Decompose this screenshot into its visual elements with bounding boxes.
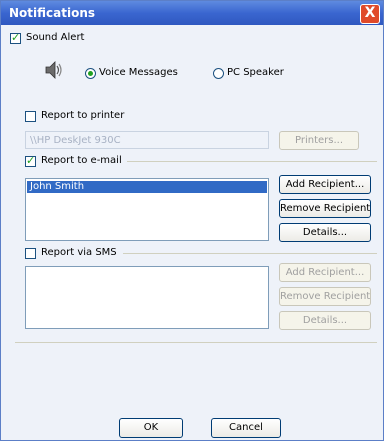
sms-remove-recipient-button[interactable]: Remove Recipient (279, 287, 371, 306)
report-to-printer-label: Report to printer (41, 110, 125, 121)
remove-recipient-button[interactable]: Remove Recipient (279, 199, 371, 218)
cancel-button[interactable]: Cancel (211, 418, 281, 438)
printer-name-value: \\HP DeskJet 930C (30, 135, 121, 146)
sound-alert-checkbox[interactable] (10, 31, 21, 44)
add-recipient-button[interactable]: Add Recipient... (279, 175, 371, 194)
sms-add-recipient-button[interactable]: Add Recipient... (279, 263, 371, 282)
sound-alert-label: Sound Alert (26, 32, 85, 43)
sms-recipient-list[interactable] (25, 266, 269, 329)
email-group-divider (127, 161, 377, 162)
pc-speaker-label: PC Speaker (227, 67, 284, 78)
printer-name-field[interactable]: \\HP DeskJet 930C (25, 131, 269, 149)
notifications-dialog: Notifications X Sound Alert Voice Messag… (0, 0, 384, 441)
title-bar: Notifications X (1, 1, 383, 25)
report-via-sms-label: Report via SMS (41, 247, 117, 258)
sms-group-divider (123, 253, 377, 254)
sms-details-button[interactable]: Details... (279, 311, 371, 330)
close-button[interactable]: X (360, 4, 380, 24)
report-to-printer-checkbox[interactable] (25, 111, 36, 122)
printers-button[interactable]: Printers... (279, 131, 359, 150)
pc-speaker-radio[interactable] (213, 68, 224, 79)
list-item[interactable]: John Smith (27, 181, 267, 193)
speaker-icon (45, 61, 62, 79)
email-recipient-list[interactable]: John Smith (25, 178, 269, 241)
email-details-button[interactable]: Details... (279, 223, 371, 242)
bottom-divider (15, 342, 377, 343)
voice-messages-radio[interactable] (85, 68, 96, 79)
report-to-email-label: Report to e-mail (41, 155, 122, 166)
voice-messages-label: Voice Messages (99, 67, 178, 78)
window-title: Notifications (9, 6, 96, 20)
report-to-email-checkbox[interactable] (25, 154, 36, 167)
ok-button[interactable]: OK (119, 418, 183, 438)
report-via-sms-checkbox[interactable] (25, 248, 36, 259)
